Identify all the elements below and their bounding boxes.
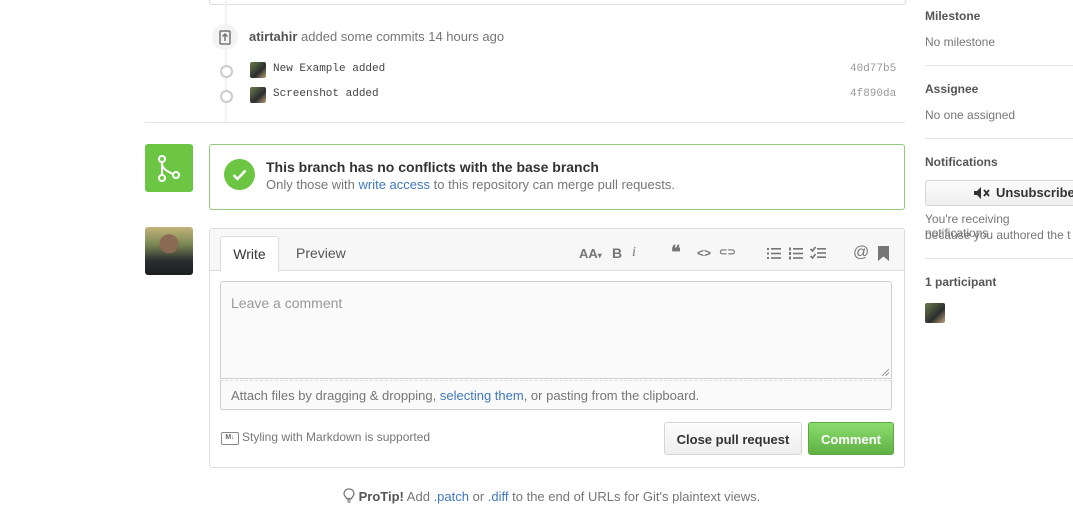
merge-branch-icon	[145, 144, 193, 192]
markdown-icon: M↓	[221, 432, 239, 445]
ordered-list-icon[interactable]	[789, 247, 803, 263]
push-event-text: atirtahir added some commits 14 hours ag…	[249, 29, 504, 44]
commit-message-link[interactable]: Screenshot added	[273, 88, 379, 100]
merge-sub-after: to this repository can merge pull reques…	[433, 177, 675, 192]
commit-icon	[220, 65, 233, 78]
link-icon[interactable]: ⊂⊃	[719, 247, 736, 258]
tab-write[interactable]: Write	[220, 236, 279, 272]
event-time[interactable]: 14 hours ago	[428, 29, 504, 44]
unsubscribe-button[interactable]: Unsubscribe	[925, 180, 1073, 206]
avatar[interactable]	[145, 227, 193, 275]
comment-button[interactable]: Comment	[808, 422, 894, 455]
check-icon	[224, 159, 255, 190]
protip: ProTip! Add .patch or .diff to the end o…	[343, 488, 760, 504]
merge-sub-before: Only those with	[266, 177, 355, 192]
milestone-label[interactable]: Milestone	[925, 9, 980, 23]
sidebar-divider	[925, 138, 1073, 139]
milestone-value: No milestone	[925, 35, 996, 49]
protip-text2: to the end of URLs for Git's plaintext v…	[512, 489, 761, 504]
assignee-label[interactable]: Assignee	[925, 82, 978, 96]
attach-text: Attach files by dragging & dropping, sel…	[231, 388, 699, 403]
sidebar-divider	[925, 65, 1073, 66]
unsubscribe-label: Unsubscribe	[996, 185, 1073, 200]
commit-author-avatar[interactable]	[250, 62, 266, 78]
assignee-value: No one assigned	[925, 108, 1016, 122]
event-user-link[interactable]: atirtahir	[249, 29, 297, 44]
task-list-icon[interactable]	[809, 246, 826, 263]
attach-before: Attach files by dragging & dropping,	[231, 388, 437, 403]
write-access-link[interactable]: write access	[359, 177, 431, 192]
timeline-divider	[145, 122, 905, 123]
event-action: added some commits	[301, 29, 425, 44]
bookmark-icon[interactable]	[878, 246, 889, 264]
merge-status-subtitle: Only those with write access to this rep…	[266, 177, 675, 192]
mention-icon[interactable]: @	[853, 244, 869, 262]
commit-message-link[interactable]: New Example added	[273, 63, 385, 75]
bold-icon[interactable]: B	[612, 245, 622, 261]
close-pull-request-button[interactable]: Close pull request	[664, 422, 802, 455]
lightbulb-icon	[343, 488, 355, 503]
protip-text1: Add	[406, 489, 430, 504]
commit-author-avatar[interactable]	[250, 87, 266, 103]
markdown-help-link[interactable]: Styling with Markdown is supported	[242, 430, 430, 444]
notifications-label: Notifications	[925, 155, 998, 169]
patch-link[interactable]: .patch	[434, 489, 469, 504]
attach-after: , or pasting from the clipboard.	[523, 388, 700, 403]
selecting-them-link[interactable]: selecting them	[440, 388, 524, 403]
protip-or: or	[472, 489, 485, 504]
notifications-line2: because you authored the t	[925, 228, 1071, 242]
header-icon[interactable]: AA▾	[579, 246, 602, 261]
timeline-line	[225, 0, 227, 122]
tab-preview[interactable]: Preview	[296, 245, 346, 261]
previous-comment-box	[209, 0, 906, 5]
code-icon[interactable]: <>	[697, 246, 711, 260]
header-icon-label: AA	[579, 246, 598, 261]
mute-icon	[974, 187, 990, 199]
commit-sha-link[interactable]: 4f890da	[850, 88, 896, 100]
participant-avatar[interactable]	[925, 303, 945, 323]
unordered-list-icon[interactable]	[767, 247, 781, 263]
quote-icon[interactable]: ❝	[671, 242, 681, 263]
participants-label: 1 participant	[925, 275, 997, 289]
italic-icon[interactable]: i	[632, 245, 636, 261]
push-icon	[212, 24, 238, 50]
diff-link[interactable]: .diff	[488, 489, 509, 504]
merge-status-title: This branch has no conflicts with the ba…	[266, 159, 599, 175]
commit-sha-link[interactable]: 40d77b5	[850, 63, 896, 75]
comment-placeholder: Leave a comment	[231, 295, 343, 311]
sidebar-divider	[925, 258, 1073, 259]
commit-icon	[220, 90, 233, 103]
protip-label: ProTip!	[358, 489, 404, 504]
